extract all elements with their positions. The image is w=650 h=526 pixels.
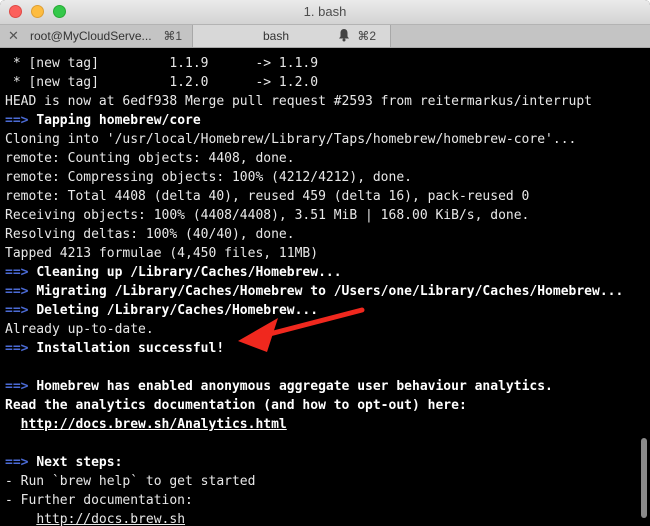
tab-root-server[interactable]: ✕ root@MyCloudServe... ⌘1 [0, 25, 193, 47]
output-text: Installation successful! [36, 341, 225, 356]
output-text: Read the analytics documentation (and ho… [5, 398, 467, 413]
output-line: Tapped 4213 formulae (4,450 files, 11MB) [5, 244, 623, 263]
output-text: Cloning into '/usr/local/Homebrew/Librar… [5, 132, 577, 147]
output-text: Receiving objects: 100% (4408/4408), 3.5… [5, 208, 530, 223]
output-text: Deleting /Library/Caches/Homebrew... [36, 303, 319, 318]
output-text: Already up-to-date. [5, 322, 154, 337]
output-line: Resolving deltas: 100% (40/40), done. [5, 225, 623, 244]
output-line: Receiving objects: 100% (4408/4408), 3.5… [5, 206, 623, 225]
prompt-arrow: ==> [5, 455, 29, 470]
output-line: Read the analytics documentation (and ho… [5, 396, 623, 415]
output-line: ==> Installation successful! [5, 339, 623, 358]
tab-bash[interactable]: bash ⌘2 [193, 25, 391, 47]
output-line: - Further documentation: [5, 491, 623, 510]
tab-label: bash [263, 29, 290, 43]
output-text: Tapped 4213 formulae (4,450 files, 11MB) [5, 246, 319, 261]
output-line: http://docs.brew.sh [5, 510, 623, 526]
prompt-arrow: ==> [5, 341, 29, 356]
output-text: Homebrew has enabled anonymous aggregate… [36, 379, 553, 394]
tab-bar-empty-area[interactable] [391, 25, 650, 47]
prompt-arrow: ==> [5, 113, 29, 128]
output-text: - Run `brew help` to get started [5, 474, 256, 489]
output-line: remote: Total 4408 (delta 40), reused 45… [5, 187, 623, 206]
output-text: Resolving deltas: 100% (40/40), done. [5, 227, 295, 242]
output-line: remote: Counting objects: 4408, done. [5, 149, 623, 168]
output-text: Migrating /Library/Caches/Homebrew to /U… [36, 284, 624, 299]
output-line: Cloning into '/usr/local/Homebrew/Librar… [5, 130, 623, 149]
terminal-window: 1. bash ✕ root@MyCloudServe... ⌘1 bash ⌘… [0, 0, 650, 526]
output-text: Cleaning up /Library/Caches/Homebrew... [36, 265, 342, 280]
terminal-output[interactable]: * [new tag] 1.1.9 -> 1.1.9 * [new tag] 1… [0, 48, 650, 526]
tab-shortcut: ⌘2 [357, 29, 376, 43]
output-link[interactable]: http://docs.brew.sh/Analytics.html [21, 417, 287, 432]
output-line: ==> Migrating /Library/Caches/Homebrew t… [5, 282, 623, 301]
output-line: ==> Deleting /Library/Caches/Homebrew... [5, 301, 623, 320]
output-line: ==> Next steps: [5, 453, 623, 472]
window-title: 1. bash [303, 4, 347, 19]
title-bar[interactable]: 1. bash [0, 0, 650, 25]
output-text: remote: Total 4408 (delta 40), reused 45… [5, 189, 530, 204]
output-text: remote: Compressing objects: 100% (4212/… [5, 170, 412, 185]
prompt-arrow: ==> [5, 284, 29, 299]
output-link[interactable]: http://docs.brew.sh [36, 512, 185, 526]
output-line: http://docs.brew.sh/Analytics.html [5, 415, 623, 434]
output-line: ==> Cleaning up /Library/Caches/Homebrew… [5, 263, 623, 282]
output-text: HEAD is now at 6edf938 Merge pull reques… [5, 94, 592, 109]
output-text: Tapping homebrew/core [36, 113, 201, 128]
output-lines: * [new tag] 1.1.9 -> 1.1.9 * [new tag] 1… [5, 54, 623, 526]
tab-bar: ✕ root@MyCloudServe... ⌘1 bash ⌘2 [0, 25, 650, 48]
tab-shortcut: ⌘1 [163, 29, 182, 43]
output-text: - Further documentation: [5, 493, 193, 508]
prompt-arrow: ==> [5, 265, 29, 280]
output-line: HEAD is now at 6edf938 Merge pull reques… [5, 92, 623, 111]
output-line: ==> Homebrew has enabled anonymous aggre… [5, 377, 623, 396]
output-line: * [new tag] 1.2.0 -> 1.2.0 [5, 73, 623, 92]
output-line: Already up-to-date. [5, 320, 623, 339]
tab-label: root@MyCloudServe... [30, 29, 152, 43]
output-line: - Run `brew help` to get started [5, 472, 623, 491]
output-line: ==> Tapping homebrew/core [5, 111, 623, 130]
prompt-arrow: ==> [5, 303, 29, 318]
prompt-arrow: ==> [5, 379, 29, 394]
output-line: remote: Compressing objects: 100% (4212/… [5, 168, 623, 187]
output-text: Next steps: [36, 455, 123, 470]
output-text: remote: Counting objects: 4408, done. [5, 151, 295, 166]
output-line: * [new tag] 1.1.9 -> 1.1.9 [5, 54, 623, 73]
output-text: * [new tag] 1.1.9 -> 1.1.9 [5, 56, 319, 71]
tab-close-icon[interactable]: ✕ [8, 28, 19, 44]
scrollbar-thumb[interactable] [641, 438, 647, 518]
output-text: * [new tag] 1.2.0 -> 1.2.0 [5, 75, 319, 90]
bell-icon [338, 28, 350, 45]
